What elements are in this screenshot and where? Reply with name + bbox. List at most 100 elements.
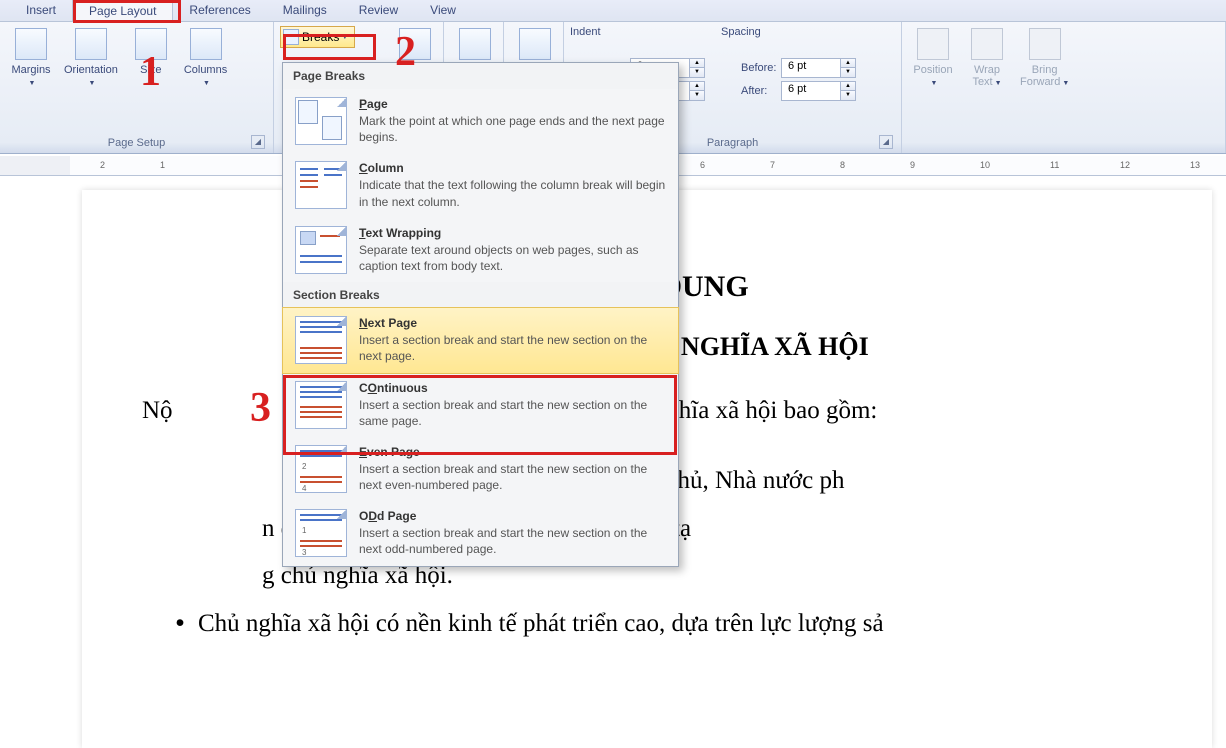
spacing-after-label: After:: [741, 85, 777, 97]
tab-mailings[interactable]: Mailings: [267, 0, 343, 21]
page-setup-title: Page Setup: [108, 137, 166, 149]
column-break-thumb-icon: [295, 161, 347, 209]
ruler-tick: 11: [1050, 160, 1059, 170]
ribbon-tabs: Insert Page Layout References Mailings R…: [0, 0, 1226, 22]
columns-button[interactable]: Columns▼: [180, 26, 231, 90]
indent-header: Indent: [570, 26, 705, 38]
breaks-label: Breaks: [302, 30, 339, 44]
dropdown-item-even-page[interactable]: 2 4 Even Page Insert a section break and…: [283, 437, 678, 501]
columns-label: Columns: [184, 64, 227, 76]
bring-forward-button: Bring Forward▼: [1016, 26, 1073, 90]
group-arrange: Position▼ Wrap Text▼ Bring Forward▼: [902, 22, 1226, 153]
wrap-text-icon: [971, 28, 1003, 60]
continuous-thumb-icon: [295, 381, 347, 429]
spacing-after-value: 6 pt: [782, 82, 840, 100]
spacing-before-input[interactable]: 6 pt▲▼: [781, 58, 856, 78]
dd-title: Even Page: [359, 445, 666, 459]
spacing-after-icon: [721, 84, 737, 98]
orientation-button[interactable]: Orientation▼: [60, 26, 122, 90]
dropdown-item-column[interactable]: Column Indicate that the text following …: [283, 153, 678, 217]
odd-page-thumb-icon: 1 3: [295, 509, 347, 557]
ruler-tick: 8: [840, 160, 845, 170]
ruler-tick: 13: [1190, 160, 1200, 170]
breaks-button[interactable]: Breaks ▼: [280, 26, 355, 48]
placeholder-icon: [459, 28, 491, 60]
page-setup-dialog-launcher[interactable]: ◢: [251, 135, 265, 149]
margins-icon: [15, 28, 47, 60]
spin-up-icon[interactable]: ▲: [841, 82, 855, 91]
size-label: Size: [140, 64, 161, 76]
position-label: Position: [913, 64, 952, 76]
dd-title: COntinuous: [359, 381, 666, 395]
columns-icon: [190, 28, 222, 60]
spin-down-icon[interactable]: ▼: [690, 68, 704, 77]
position-icon: [917, 28, 949, 60]
size-icon: [135, 28, 167, 60]
paragraph-dialog-launcher[interactable]: ◢: [879, 135, 893, 149]
tab-review[interactable]: Review: [343, 0, 414, 21]
paragraph-title: Paragraph: [707, 137, 758, 149]
placeholder-icon: [399, 28, 431, 60]
dropdown-item-continuous[interactable]: COntinuous Insert a section break and st…: [283, 373, 678, 437]
dd-desc: Insert a section break and start the new…: [359, 525, 666, 557]
dd-title: Column: [359, 161, 666, 175]
dd-title: Text Wrapping: [359, 226, 666, 240]
margins-label: Margins: [11, 64, 50, 76]
tab-insert[interactable]: Insert: [10, 0, 72, 21]
spacing-before-label: Before:: [741, 62, 777, 74]
bring-forward-icon: [1029, 28, 1061, 60]
spacing-before-value: 6 pt: [782, 59, 840, 77]
dd-desc: Insert a section break and start the new…: [359, 332, 666, 364]
ruler-tick: 10: [980, 160, 990, 170]
spin-down-icon[interactable]: ▼: [841, 91, 855, 100]
dd-title: Next Page: [359, 316, 666, 330]
even-page-thumb-icon: 2 4: [295, 445, 347, 493]
dropdown-item-odd-page[interactable]: 1 3 ODd Page Insert a section break and …: [283, 501, 678, 565]
bring-forward-label: Bring Forward: [1020, 64, 1060, 88]
orientation-label: Orientation: [64, 64, 118, 76]
tab-page-layout[interactable]: Page Layout: [72, 0, 173, 21]
dd-desc: Separate text around objects on web page…: [359, 242, 666, 274]
tab-references[interactable]: References: [173, 0, 266, 21]
ruler-tick: 12: [1120, 160, 1130, 170]
dd-title: Page: [359, 97, 666, 111]
dropdown-item-text-wrapping[interactable]: Text Wrapping Separate text around objec…: [283, 218, 678, 282]
spin-up-icon[interactable]: ▲: [690, 59, 704, 68]
ruler-tick: 1: [160, 160, 165, 170]
dropdown-item-page[interactable]: Page Mark the point at which one page en…: [283, 89, 678, 153]
bullet-icon: •: [162, 600, 198, 648]
breaks-dropdown: Page Breaks Page Mark the point at which…: [282, 62, 679, 567]
dd-desc: Insert a section break and start the new…: [359, 397, 666, 429]
wrap-text-button: Wrap Text▼: [962, 26, 1012, 90]
dd-desc: Mark the point at which one page ends an…: [359, 113, 666, 145]
spin-down-icon[interactable]: ▼: [841, 68, 855, 77]
breaks-icon: [283, 29, 299, 45]
dd-desc: Insert a section break and start the new…: [359, 461, 666, 493]
dropdown-header-page-breaks: Page Breaks: [283, 63, 678, 89]
ruler-tick: 9: [910, 160, 915, 170]
group-page-setup: Margins▼ Orientation▼ Size▼ Columns▼ Pag…: [0, 22, 274, 153]
ruler-tick: 6: [700, 160, 705, 170]
spin-up-icon[interactable]: ▲: [841, 59, 855, 68]
spacing-header: Spacing: [721, 26, 856, 38]
spacing-after-input[interactable]: 6 pt▲▼: [781, 81, 856, 101]
next-page-thumb-icon: [295, 316, 347, 364]
dropdown-header-section-breaks: Section Breaks: [283, 282, 678, 308]
position-button: Position▼: [908, 26, 958, 90]
placeholder-icon: [519, 28, 551, 60]
page-break-thumb-icon: [295, 97, 347, 145]
spin-down-icon[interactable]: ▼: [690, 91, 704, 100]
doc-list-line: Chủ nghĩa xã hội có nền kinh tế phát tri…: [198, 600, 1162, 648]
spacing-before-icon: [721, 61, 737, 75]
size-button[interactable]: Size▼: [126, 26, 176, 90]
text-wrapping-thumb-icon: [295, 226, 347, 274]
orientation-icon: [75, 28, 107, 60]
dd-desc: Indicate that the text following the col…: [359, 177, 666, 209]
dropdown-item-next-page[interactable]: Next Page Insert a section break and sta…: [282, 307, 679, 373]
dd-title: ODd Page: [359, 509, 666, 523]
spin-up-icon[interactable]: ▲: [690, 82, 704, 91]
tab-view[interactable]: View: [414, 0, 472, 21]
ruler-tick: 7: [770, 160, 775, 170]
ruler-tick: 2: [100, 160, 105, 170]
margins-button[interactable]: Margins▼: [6, 26, 56, 90]
